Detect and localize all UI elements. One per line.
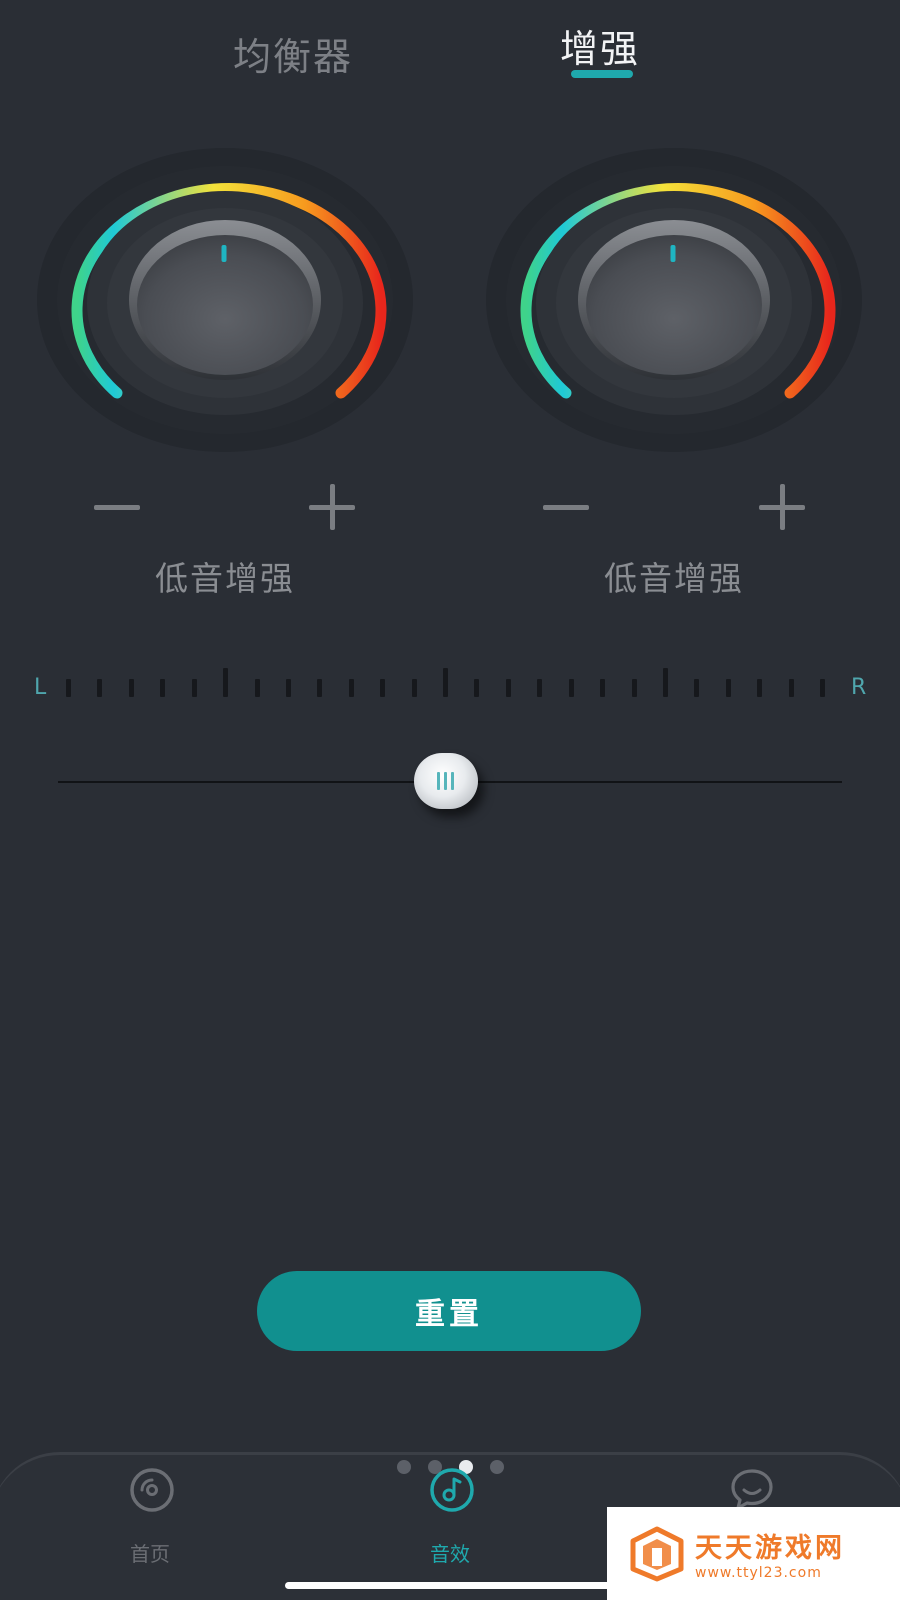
bass-boost-knob-right[interactable] bbox=[484, 145, 864, 460]
watermark-logo-icon bbox=[630, 1526, 684, 1581]
scale-tick bbox=[66, 679, 71, 697]
scale-tick bbox=[129, 679, 134, 697]
plus-button-left[interactable] bbox=[303, 478, 363, 538]
scale-tick bbox=[569, 679, 574, 697]
scale-tick bbox=[789, 679, 794, 697]
watermark: 天天游戏网 www.ttyl23.com bbox=[607, 1507, 900, 1600]
scale-tick bbox=[160, 679, 165, 697]
scale-tick bbox=[255, 679, 260, 697]
knob-label-left: 低音增强 bbox=[155, 559, 295, 598]
scale-tick bbox=[223, 668, 228, 697]
minus-button-right[interactable] bbox=[537, 478, 597, 538]
scale-tick bbox=[317, 679, 322, 697]
scale-tick bbox=[443, 668, 448, 697]
tab-bar: 均衡器 增强 bbox=[0, 0, 900, 100]
scale-tick bbox=[97, 679, 102, 697]
scale-tick bbox=[820, 679, 825, 697]
disc-icon bbox=[130, 1468, 174, 1512]
minus-icon bbox=[543, 505, 589, 510]
scale-tick bbox=[726, 679, 731, 697]
watermark-title: 天天游戏网 bbox=[695, 1533, 845, 1564]
scale-tick bbox=[757, 679, 762, 697]
scale-tick bbox=[192, 679, 197, 697]
scale-tick bbox=[537, 679, 542, 697]
scale-tick bbox=[663, 668, 668, 697]
nav-home[interactable]: 首页 bbox=[90, 1466, 210, 1566]
scale-tick bbox=[694, 679, 699, 697]
home-indicator[interactable] bbox=[285, 1582, 615, 1589]
scale-tick bbox=[349, 679, 354, 697]
scale-tick bbox=[286, 679, 291, 697]
nav-sound-effects[interactable]: 音效 bbox=[390, 1466, 510, 1566]
nav-label-home: 首页 bbox=[130, 1542, 170, 1566]
balance-slider-thumb[interactable] bbox=[414, 753, 478, 809]
knob-label-right: 低音增强 bbox=[604, 559, 744, 598]
active-tab-indicator bbox=[571, 70, 633, 78]
watermark-url: www.ttyl23.com bbox=[695, 1565, 822, 1581]
reset-button[interactable]: 重置 bbox=[257, 1271, 641, 1351]
tab-equalizer[interactable]: 均衡器 bbox=[233, 26, 353, 81]
scale-tick bbox=[506, 679, 511, 697]
balance-right-label: R bbox=[851, 675, 867, 700]
scale-tick bbox=[412, 679, 417, 697]
balance-left-label: L bbox=[34, 675, 47, 700]
scale-tick bbox=[474, 679, 479, 697]
scale-tick bbox=[632, 679, 637, 697]
scale-tick bbox=[600, 679, 605, 697]
tab-enhance[interactable]: 增强 bbox=[560, 18, 640, 73]
nav-label-sound-effects: 音效 bbox=[430, 1542, 470, 1566]
balance-scale bbox=[66, 668, 826, 698]
minus-icon bbox=[94, 505, 140, 510]
music-note-icon bbox=[430, 1468, 474, 1512]
scale-tick bbox=[380, 679, 385, 697]
minus-button-left[interactable] bbox=[88, 478, 148, 538]
bass-boost-knob-left[interactable] bbox=[35, 145, 415, 460]
plus-button-right[interactable] bbox=[753, 478, 813, 538]
